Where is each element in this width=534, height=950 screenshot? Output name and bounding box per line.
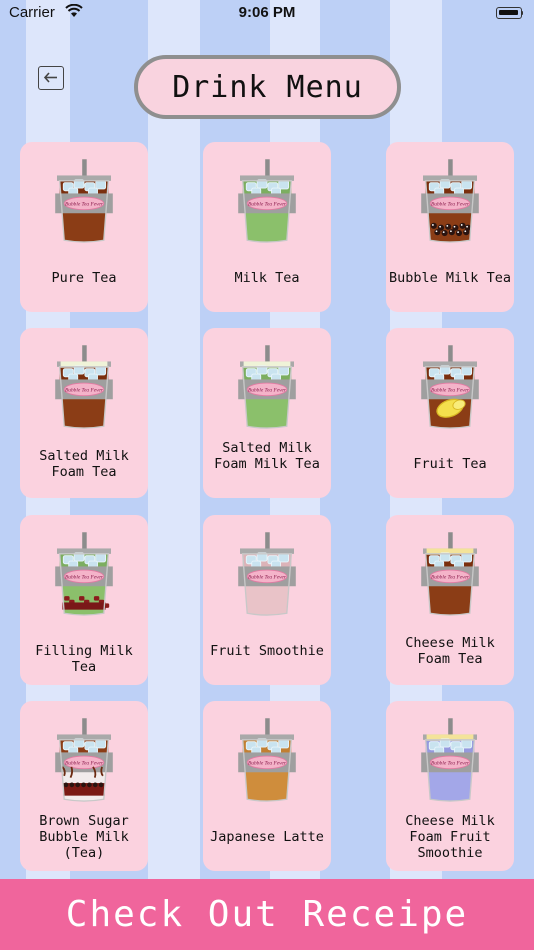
drink-label: Fruit Tea xyxy=(413,456,487,472)
svg-text:Bubble Tea Fever: Bubble Tea Fever xyxy=(431,575,470,581)
svg-text:Bubble Tea Fever: Bubble Tea Fever xyxy=(248,388,287,394)
cup-icon: Bubble Tea Fever xyxy=(238,345,296,429)
drink-label: Bubble Milk Tea xyxy=(389,270,511,286)
svg-text:Bubble Tea Fever: Bubble Tea Fever xyxy=(431,761,470,767)
drink-label: Cheese Milk Foam Tea xyxy=(405,635,495,667)
cup-icon: Bubble Tea Fever xyxy=(55,345,113,429)
drink-card[interactable]: Bubble Tea Fever Brown Sugar Bubble Milk… xyxy=(20,701,148,871)
drink-label: Brown Sugar Bubble Milk (Tea) xyxy=(39,813,129,861)
cup-icon: Bubble Tea Fever xyxy=(421,159,479,243)
checkout-button[interactable]: Check Out Receipe xyxy=(0,879,534,950)
drink-grid: Bubble Tea Fever Pure Tea Bubble Tea Fev… xyxy=(0,0,534,950)
drink-card[interactable]: Bubble Tea Fever Japanese Latte xyxy=(203,701,331,871)
svg-text:Bubble Tea Fever: Bubble Tea Fever xyxy=(431,202,470,208)
drink-card[interactable]: Bubble Tea Fever Cheese Milk Foam Tea xyxy=(386,515,514,685)
drink-card[interactable]: Bubble Tea Fever Bubble Milk Tea xyxy=(386,142,514,312)
drink-card[interactable]: Bubble Tea Fever Pure Tea xyxy=(20,142,148,312)
svg-text:Bubble Tea Fever: Bubble Tea Fever xyxy=(248,761,287,767)
drink-card[interactable]: Bubble Tea Fever Cheese Milk Foam Fruit … xyxy=(386,701,514,871)
svg-text:Bubble Tea Fever: Bubble Tea Fever xyxy=(65,575,104,581)
cup-icon: Bubble Tea Fever xyxy=(421,345,479,429)
drink-label: Salted Milk Foam Milk Tea xyxy=(214,440,320,472)
drink-label: Japanese Latte xyxy=(210,829,324,845)
drink-card[interactable]: Bubble Tea Fever Fruit Tea xyxy=(386,328,514,498)
drink-label: Filling Milk Tea xyxy=(35,643,133,675)
cup-icon: Bubble Tea Fever xyxy=(55,532,113,616)
drink-label: Pure Tea xyxy=(51,270,117,286)
cup-icon: Bubble Tea Fever xyxy=(421,532,479,616)
cup-icon: Bubble Tea Fever xyxy=(238,159,296,243)
svg-text:Bubble Tea Fever: Bubble Tea Fever xyxy=(248,202,287,208)
cup-icon: Bubble Tea Fever xyxy=(55,718,113,802)
cup-icon: Bubble Tea Fever xyxy=(238,532,296,616)
drink-card[interactable]: Bubble Tea Fever Fruit Smoothie xyxy=(203,515,331,685)
svg-text:Bubble Tea Fever: Bubble Tea Fever xyxy=(65,761,104,767)
cup-icon: Bubble Tea Fever xyxy=(55,159,113,243)
svg-text:Bubble Tea Fever: Bubble Tea Fever xyxy=(431,388,470,394)
svg-text:Bubble Tea Fever: Bubble Tea Fever xyxy=(65,202,104,208)
drink-card[interactable]: Bubble Tea Fever Salted Milk Foam Milk T… xyxy=(203,328,331,498)
drink-label: Salted Milk Foam Tea xyxy=(39,448,129,480)
drink-card[interactable]: Bubble Tea Fever Salted Milk Foam Tea xyxy=(20,328,148,498)
svg-text:Bubble Tea Fever: Bubble Tea Fever xyxy=(65,388,104,394)
drink-label: Cheese Milk Foam Fruit Smoothie xyxy=(405,813,495,861)
cup-icon: Bubble Tea Fever xyxy=(238,718,296,802)
drink-card[interactable]: Bubble Tea Fever Filling Milk Tea xyxy=(20,515,148,685)
drink-label: Fruit Smoothie xyxy=(210,643,324,659)
cup-icon: Bubble Tea Fever xyxy=(421,718,479,802)
svg-text:Bubble Tea Fever: Bubble Tea Fever xyxy=(248,575,287,581)
drink-card[interactable]: Bubble Tea Fever Milk Tea xyxy=(203,142,331,312)
drink-label: Milk Tea xyxy=(234,270,300,286)
